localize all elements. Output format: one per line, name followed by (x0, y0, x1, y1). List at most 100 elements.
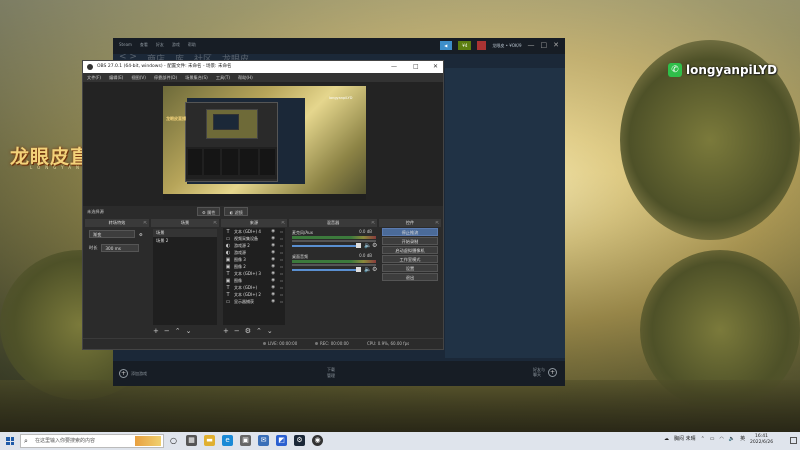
start-recording-button[interactable]: 开始录制 (382, 237, 438, 245)
add-icon[interactable]: + (153, 326, 159, 336)
source-item[interactable]: ▣ 图像 2 ◉ ▫ (223, 263, 285, 270)
source-item[interactable]: ◐ 游戏源 2 ◉ ▫ (223, 242, 285, 249)
eye-icon[interactable]: ◉ (271, 285, 275, 290)
eye-icon[interactable]: ◉ (271, 292, 275, 297)
gear-icon[interactable]: ⚙ (139, 232, 143, 237)
obs-preview-canvas[interactable]: 龙眼皮直播 longyanpiLYD (163, 86, 366, 200)
wifi-icon[interactable]: ◠ (720, 436, 724, 442)
add-icon[interactable]: + (223, 326, 229, 336)
scene-item[interactable]: 场景 (153, 229, 217, 237)
menu-file[interactable]: 文件(F) (87, 73, 101, 82)
source-item[interactable]: T 文本 (GDI+) 3 ◉ ▫ (223, 270, 285, 277)
minimize-button[interactable]: — (528, 41, 535, 50)
lock-icon[interactable]: ▫ (280, 271, 283, 276)
file-explorer-icon[interactable]: ▬ (204, 435, 215, 446)
eye-icon[interactable]: ◉ (271, 243, 275, 248)
steam-username[interactable]: 龙眼皮 • ¥OK/9 (492, 43, 521, 49)
widgets-icon[interactable]: ▦ (186, 435, 197, 446)
gear-icon[interactable]: ⚙ (372, 242, 377, 249)
transition-select[interactable]: 渐变 (89, 230, 135, 238)
move-down-icon[interactable]: ⌄ (186, 326, 192, 336)
eye-icon[interactable]: ◉ (271, 278, 275, 283)
exit-button[interactable]: 退出 (382, 273, 438, 281)
remove-icon[interactable]: − (234, 326, 240, 336)
lock-icon[interactable]: ▫ (280, 243, 283, 248)
lock-icon[interactable]: ▫ (280, 299, 283, 304)
eye-icon[interactable]: ◉ (271, 250, 275, 255)
source-item[interactable]: ◐ 游戏源 ◉ ▫ (223, 249, 285, 256)
scene-item[interactable]: 场景 2 (153, 237, 217, 245)
network-icon[interactable]: ▭ (710, 436, 715, 442)
lock-icon[interactable]: ▫ (280, 264, 283, 269)
move-up-icon[interactable]: ⌃ (175, 326, 181, 336)
weather-text[interactable]: 胸闷 未晴 (674, 435, 696, 442)
steam-menu-item[interactable]: 帮助 (188, 42, 196, 48)
remove-icon[interactable]: − (164, 326, 170, 336)
downloads-button[interactable]: 下载 管理 (327, 367, 335, 379)
source-item[interactable]: ▭ 视频采集设备 ◉ ▫ (223, 235, 285, 242)
notification-icon[interactable] (790, 437, 797, 444)
edge-browser-icon[interactable]: e (222, 435, 233, 446)
dock-menu-icon[interactable]: ⇱ (214, 219, 217, 227)
move-down-icon[interactable]: ⌄ (267, 326, 273, 336)
menu-docks[interactable]: 停靠部件(D) (154, 73, 177, 82)
source-item[interactable]: ▣ 图像 ◉ ▫ (223, 277, 285, 284)
store-icon[interactable]: ▣ (240, 435, 251, 446)
move-up-icon[interactable]: ⌃ (256, 326, 262, 336)
app-icon[interactable]: ◩ (276, 435, 287, 446)
volume-slider[interactable] (292, 245, 360, 247)
lock-icon[interactable]: ▫ (280, 236, 283, 241)
mail-icon[interactable]: ✉ (258, 435, 269, 446)
source-item[interactable]: ▭ 显示器捕获 ◉ ▫ (223, 298, 285, 305)
lock-icon[interactable]: ▫ (280, 229, 283, 234)
settings-button[interactable]: 设置 (382, 264, 438, 272)
duration-input[interactable]: 300 ms (101, 244, 140, 252)
wallet-badge[interactable]: ¥4 (458, 41, 472, 50)
steam-icon[interactable]: ⚙ (294, 435, 305, 446)
lock-icon[interactable]: ▫ (280, 278, 283, 283)
gear-icon[interactable]: ⚙ (245, 326, 251, 336)
volume-slider-handle[interactable] (356, 243, 361, 248)
speaker-icon[interactable]: 🔈 (364, 242, 371, 249)
menu-edit[interactable]: 编辑(E) (109, 73, 123, 82)
menu-view[interactable]: 视图(V) (131, 73, 146, 82)
source-item[interactable]: T 文本 (GDI+) 4 ◉ ▫ (223, 228, 285, 235)
close-button[interactable]: ✕ (553, 41, 559, 50)
gear-icon[interactable]: ⚙ (372, 266, 377, 273)
eye-icon[interactable]: ◉ (271, 299, 275, 304)
eye-icon[interactable]: ◉ (271, 264, 275, 269)
eye-icon[interactable]: ◉ (271, 229, 275, 234)
steam-menu-item[interactable]: 查看 (140, 42, 148, 48)
steam-menu-item[interactable]: 好友 (156, 42, 164, 48)
taskbar-search-box[interactable]: ⌕ 在这里输入你要搜索的内容 (20, 434, 164, 448)
dock-menu-icon[interactable]: ⇱ (282, 219, 285, 227)
menu-help[interactable]: 帮助(H) (238, 73, 253, 82)
properties-button[interactable]: ⚙ 属性 (197, 207, 221, 216)
weather-icon[interactable]: ☁ (664, 436, 669, 442)
obs-icon[interactable]: ◉ (312, 435, 323, 446)
minimize-button[interactable]: — (391, 61, 397, 73)
volume-slider[interactable] (292, 269, 360, 271)
source-item[interactable]: T 文本 (GDI+) ◉ ▫ (223, 284, 285, 291)
lock-icon[interactable]: ▫ (280, 285, 283, 290)
close-button[interactable]: ✕ (433, 61, 438, 73)
task-view-icon[interactable]: ○ (168, 435, 179, 446)
source-item[interactable]: T 文本 (GDI+) 2 ◉ ▫ (223, 291, 285, 298)
input-language[interactable]: 英 (740, 435, 745, 442)
dock-menu-icon[interactable]: ⇱ (372, 219, 375, 227)
source-item[interactable]: ▣ 图像 3 ◉ ▫ (223, 256, 285, 263)
stop-streaming-button[interactable]: 停止推流 (382, 228, 438, 236)
windows-start-icon[interactable] (6, 437, 14, 445)
chevron-up-icon[interactable]: ⌃ (701, 436, 705, 442)
eye-icon[interactable]: ◉ (271, 271, 275, 276)
studio-mode-button[interactable]: 工作室模式 (382, 255, 438, 263)
steam-menu-item[interactable]: 游戏 (172, 42, 180, 48)
maximize-button[interactable]: □ (541, 41, 548, 50)
lock-icon[interactable]: ▫ (280, 250, 283, 255)
lock-icon[interactable]: ▫ (280, 292, 283, 297)
lock-icon[interactable]: ▫ (280, 257, 283, 262)
volume-icon[interactable]: 🔈 (729, 436, 735, 442)
volume-slider-handle[interactable] (356, 267, 361, 272)
friends-chat-button[interactable]: 好友与 聊天 + (533, 367, 557, 377)
taskbar-clock[interactable]: 16:41 2022/6/26 (750, 434, 773, 446)
